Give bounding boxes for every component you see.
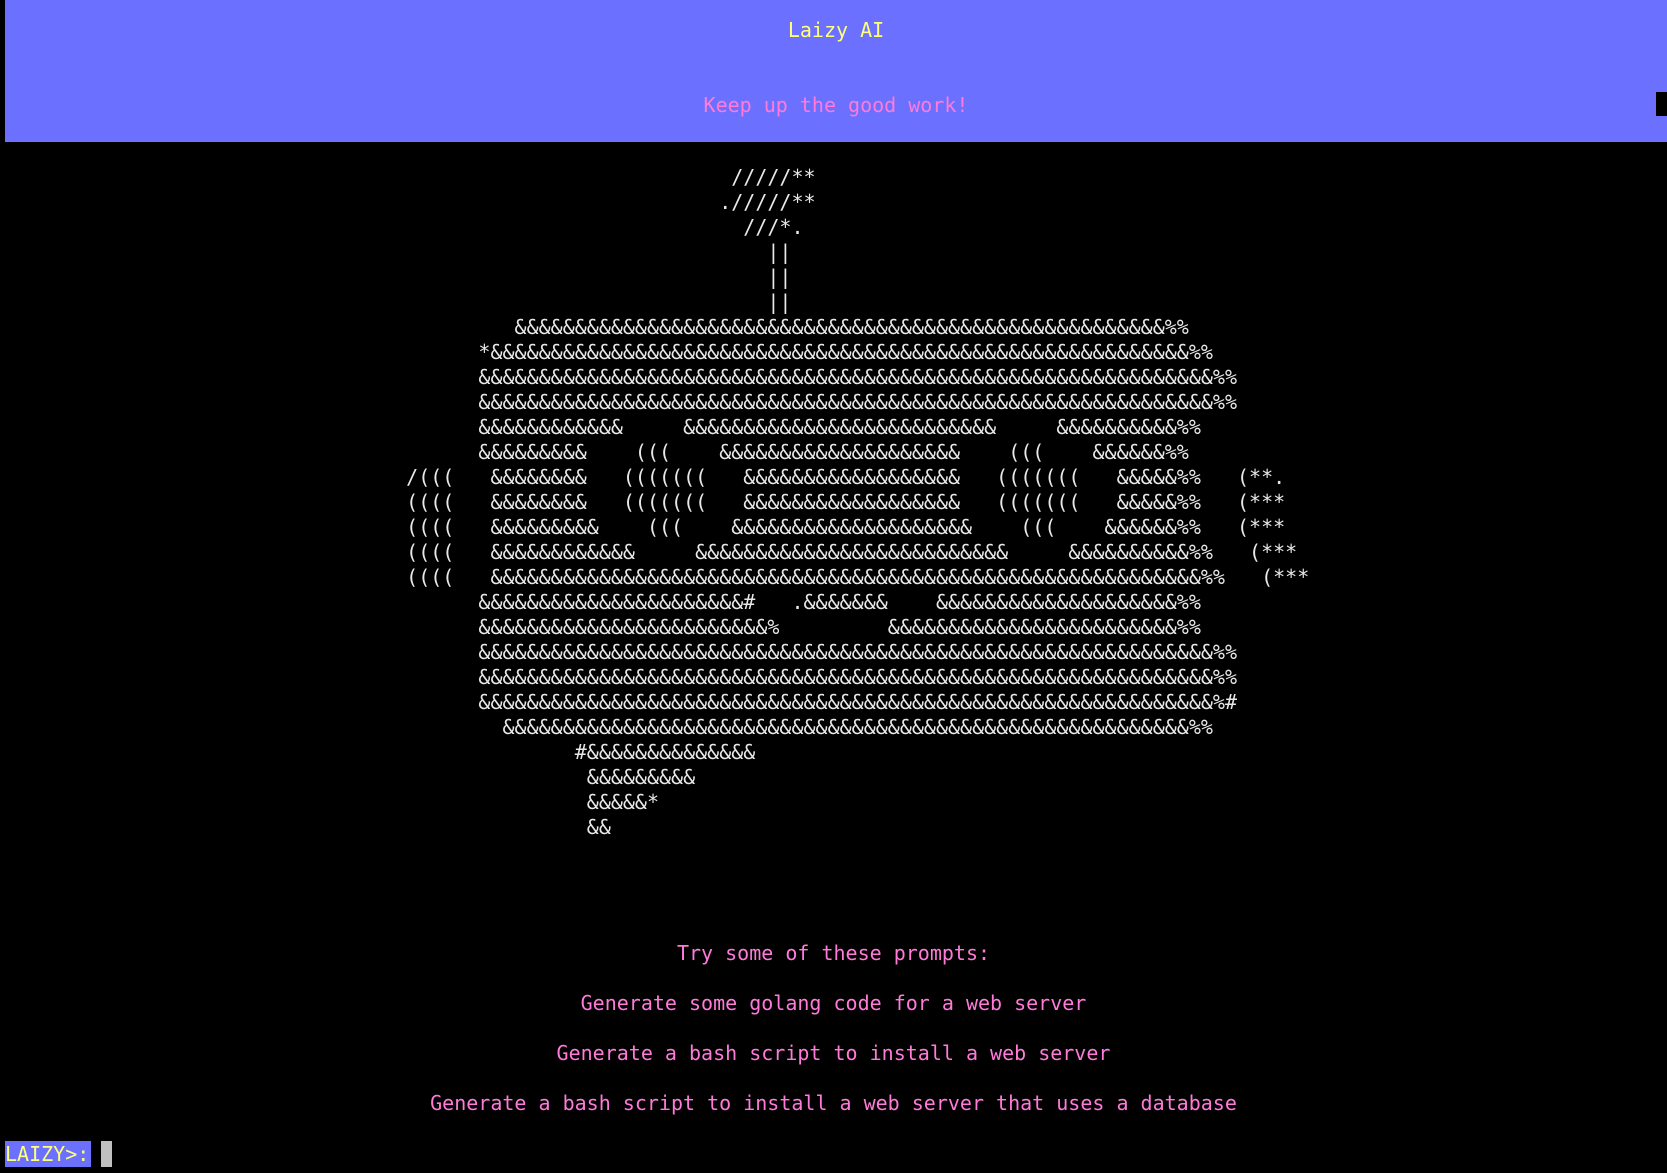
header-banner: Laizy AI Keep up the good work! xyxy=(5,0,1667,142)
ascii-art-line: &&&&&* xyxy=(213,790,660,814)
ascii-art-line: ///*. xyxy=(213,215,804,239)
ascii-art-line: &&&&&&&&&&&&&&&&&&&&&&# .&&&&&&& &&&&&&&… xyxy=(213,590,1201,614)
prompt-label: LAIZY>: xyxy=(5,1141,92,1167)
ascii-art-line: /((( &&&&&&&& ((((((( &&&&&&&&&&&&&&&&&&… xyxy=(213,465,1286,489)
ascii-art-line: (((( &&&&&&&& ((((((( &&&&&&&&&&&&&&&&&&… xyxy=(213,490,1286,514)
ascii-art-line: (((( &&&&&&&&&&&& &&&&&&&&&&&&&&&&&&&&&&… xyxy=(213,540,1298,564)
ascii-art-line: /////** xyxy=(213,165,816,189)
ascii-art-line: &&&&&&&&&&&&&&&&&&&&&&&&&&&&&&&&&&&&&&&&… xyxy=(213,390,1237,414)
ascii-art-line: &&&&&&&&&&&& &&&&&&&&&&&&&&&&&&&&&&&&&& … xyxy=(213,415,1201,439)
prompts-heading: Try some of these prompts: xyxy=(676,941,991,965)
ascii-art-line: ./////** xyxy=(213,190,816,214)
command-prompt[interactable]: LAIZY>: xyxy=(5,1141,113,1167)
ascii-art-line: *&&&&&&&&&&&&&&&&&&&&&&&&&&&&&&&&&&&&&&&… xyxy=(213,340,1213,364)
ascii-art-line: &&&&&&&&&&&&&&&&&&&&&&&&&&&&&&&&&&&&&&&&… xyxy=(213,715,1213,739)
ascii-art-line: || xyxy=(213,240,792,264)
scroll-indicator xyxy=(1656,92,1667,116)
terminal-window: Laizy AI Keep up the good work! /////** … xyxy=(0,0,1667,1173)
app-title: Laizy AI xyxy=(787,18,885,42)
ascii-art-line: #&&&&&&&&&&&&&& xyxy=(213,740,756,764)
ascii-art-line: (((( &&&&&&&&& ((( &&&&&&&&&&&&&&&&&&&& … xyxy=(213,515,1286,539)
ascii-art-line: &&&&&&&&&&&&&&&&&&&&&&&&&&&&&&&&&&&&&&&&… xyxy=(213,690,1237,714)
ascii-art-line: &&&&&&&&&&&&&&&&&&&&&&&&&&&&&&&&&&&&&&&&… xyxy=(213,365,1237,389)
ascii-art-line: && xyxy=(213,815,611,839)
ascii-art-line: || xyxy=(213,265,792,289)
ascii-art-line: (((( &&&&&&&&&&&&&&&&&&&&&&&&&&&&&&&&&&&… xyxy=(213,565,1310,589)
command-input-cursor[interactable] xyxy=(101,1141,113,1167)
prompt-suggestion-golang[interactable]: Generate some golang code for a web serv… xyxy=(0,990,1667,1016)
header-subtitle: Keep up the good work! xyxy=(703,93,969,117)
ascii-art-line: &&&&&&&&& xyxy=(213,765,696,789)
prompt-suggestion-bash-database[interactable]: Generate a bash script to install a web … xyxy=(0,1090,1667,1116)
ascii-art-line: &&&&&&&&& ((( &&&&&&&&&&&&&&&&&&&& ((( &… xyxy=(213,440,1189,464)
prompt-suggestion-bash[interactable]: Generate a bash script to install a web … xyxy=(0,1040,1667,1066)
ascii-art-line: &&&&&&&&&&&&&&&&&&&&&&&&&&&&&&&&&&&&&&&&… xyxy=(213,665,1237,689)
ascii-art-line: &&&&&&&&&&&&&&&&&&&&&&&&% &&&&&&&&&&&&&&… xyxy=(213,615,1201,639)
ascii-art-robot: /////** ./////** ///*. || || || &&&&&&&&… xyxy=(0,165,1667,855)
ascii-art-line: &&&&&&&&&&&&&&&&&&&&&&&&&&&&&&&&&&&&&&&&… xyxy=(213,315,1189,339)
ascii-art-line: &&&&&&&&&&&&&&&&&&&&&&&&&&&&&&&&&&&&&&&&… xyxy=(213,640,1237,664)
ascii-art-line: || xyxy=(213,290,792,314)
